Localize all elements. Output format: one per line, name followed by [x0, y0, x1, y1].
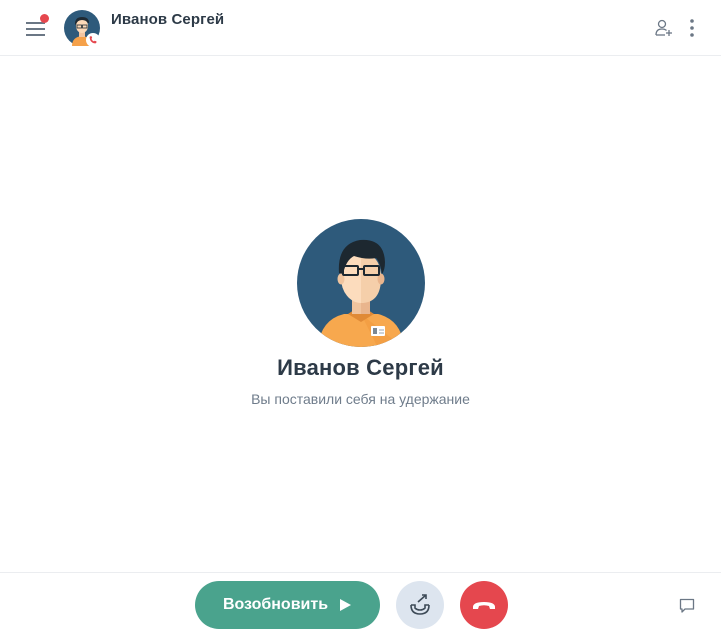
call-status: Вы поставили себя на удержание [251, 391, 470, 407]
header-bar: Иванов Сергей [0, 0, 721, 56]
contact-avatar [296, 218, 426, 348]
add-user-icon[interactable] [654, 18, 674, 38]
chat-icon[interactable] [678, 597, 696, 615]
phone-icon [86, 33, 100, 47]
more-vertical-icon[interactable] [684, 17, 700, 39]
hang-up-button[interactable] [460, 581, 508, 629]
call-controls: Возобновить [0, 572, 721, 637]
hamburger-menu-icon[interactable] [24, 14, 49, 40]
call-transfer-icon [410, 594, 430, 615]
contact-name: Иванов Сергей [277, 355, 444, 380]
call-transfer-button[interactable] [396, 581, 444, 629]
avatar[interactable] [64, 10, 100, 47]
page-title: Иванов Сергей [111, 11, 225, 28]
resume-label: Возобновить [222, 596, 329, 613]
resume-button[interactable]: Возобновить [195, 581, 380, 629]
notification-dot [40, 14, 49, 23]
hang-up-icon [473, 602, 495, 609]
play-icon [340, 599, 352, 611]
call-screen: Иванов Сергей Иванов Сергей Вы поставили… [0, 0, 721, 637]
